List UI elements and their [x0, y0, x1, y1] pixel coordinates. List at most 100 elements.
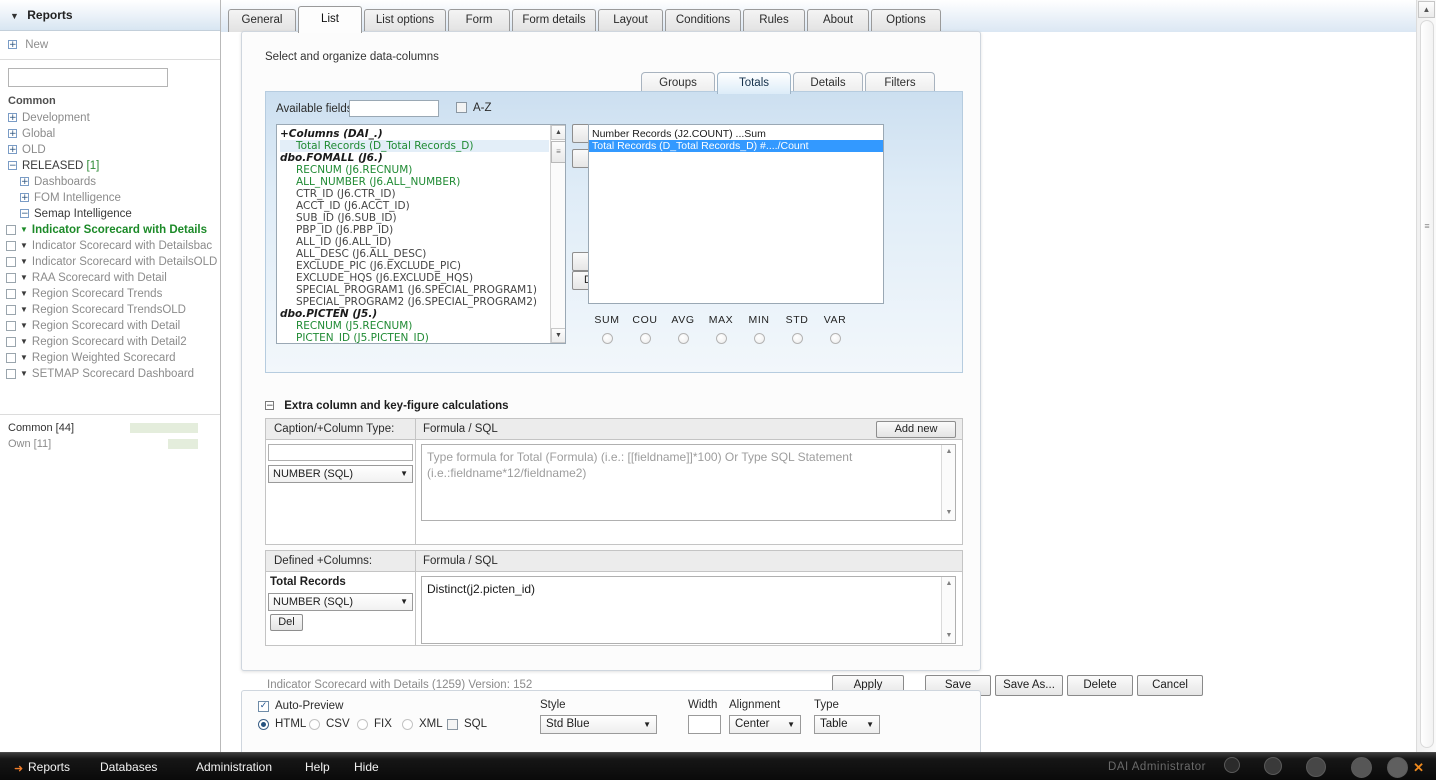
aggregate-option[interactable]: COU [626, 314, 664, 344]
sidebar-tree-node[interactable]: + Development [0, 110, 220, 126]
available-field-row[interactable]: EXCLUDE_HQS (J6.EXCLUDE_HQS) [280, 272, 549, 284]
report-checkbox[interactable] [6, 353, 16, 363]
tab-rules[interactable]: Rules [743, 9, 805, 32]
chevron-down-icon[interactable]: ▼ [20, 270, 28, 286]
defined-delete-button[interactable]: Del [270, 614, 303, 631]
available-field-row[interactable]: PBP_ID (J6.PBP_ID) [280, 224, 549, 236]
chevron-down-icon[interactable]: ▼ [20, 286, 28, 302]
aggregate-option[interactable]: MAX [702, 314, 740, 344]
chevron-down-icon[interactable]: ▼ [20, 318, 28, 334]
sidebar-report-item[interactable]: ▼ Region Scorecard with Detail [0, 318, 220, 334]
available-field-row[interactable]: SUB_ID (J6.SUB_ID) [280, 212, 549, 224]
tab-general[interactable]: General [228, 9, 296, 32]
status-dot-3[interactable] [1306, 757, 1326, 777]
available-fields-list[interactable]: +Columns (DAI_.) Total Records (D_Total R… [276, 124, 566, 344]
available-field-row[interactable]: EXCLUDE_PIC (J6.EXCLUDE_PIC) [280, 260, 549, 272]
scroll-up-icon[interactable]: ▲ [942, 577, 955, 591]
tab-options[interactable]: Options [871, 9, 941, 32]
sidebar-tree-node[interactable]: + OLD [0, 142, 220, 158]
selected-columns-list[interactable]: Number Records (J2.COUNT) ...Sum Total Re… [588, 124, 884, 304]
delete-button[interactable]: Delete [1067, 675, 1133, 696]
chevron-down-icon[interactable]: ▼ [20, 238, 28, 254]
extra-caption-input[interactable] [268, 444, 413, 461]
tab-form[interactable]: Form [448, 9, 510, 32]
scroll-down-icon[interactable]: ▼ [551, 328, 565, 343]
cancel-button[interactable]: Cancel [1137, 675, 1203, 696]
aggregate-radio[interactable] [829, 333, 841, 344]
sidebar-tree-node[interactable]: + FOM Intelligence [0, 190, 220, 206]
format-radio-html[interactable] [258, 719, 269, 730]
aggregate-radio[interactable] [715, 333, 727, 344]
format-radio-xml[interactable] [402, 719, 413, 730]
saveas-button[interactable]: Save As... [995, 675, 1063, 696]
taskbar-item-help[interactable]: Help [305, 760, 330, 774]
aggregate-option[interactable]: MIN [740, 314, 778, 344]
scroll-down-icon[interactable]: ▼ [942, 506, 955, 520]
chevron-down-icon[interactable]: ▼ [20, 334, 28, 350]
selected-column-row[interactable]: Number Records (J2.COUNT) ...Sum [589, 128, 883, 140]
scroll-down-icon[interactable]: ▼ [942, 629, 955, 643]
format-radio-fix[interactable] [357, 719, 368, 730]
extra-formula-scrollbar[interactable]: ▲ ▼ [941, 445, 955, 520]
tab-form-details[interactable]: Form details [512, 9, 596, 32]
available-field-row[interactable]: ACCT_ID (J6.ACCT_ID) [280, 200, 549, 212]
sidebar-report-item[interactable]: ▼ RAA Scorecard with Detail [0, 270, 220, 286]
available-field-row[interactable]: +Columns (DAI_.) [280, 128, 549, 140]
available-field-row[interactable]: SPECIAL_PROGRAM1 (J6.SPECIAL_PROGRAM1) [280, 284, 549, 296]
aggregate-option[interactable]: STD [778, 314, 816, 344]
available-field-row[interactable]: PICTEN_ID (J5.PICTEN_ID) [280, 332, 549, 343]
close-icon[interactable]: ✕ [1413, 760, 1424, 776]
tab-list[interactable]: List [298, 6, 362, 33]
available-fields-input[interactable] [349, 100, 439, 117]
sidebar-report-item[interactable]: ▼ Region Scorecard Trends [0, 286, 220, 302]
report-checkbox[interactable] [6, 225, 16, 235]
chevron-down-icon[interactable]: ▼ [20, 350, 28, 366]
report-checkbox[interactable] [6, 273, 16, 283]
defined-formula-scrollbar[interactable]: ▲ ▼ [941, 577, 955, 643]
aggregate-radio[interactable] [601, 333, 613, 344]
aggregate-radio[interactable] [791, 333, 803, 344]
format-radio-csv[interactable] [309, 719, 320, 730]
available-field-row[interactable]: dbo.FOMALL (J6.) [280, 152, 549, 164]
plus-icon[interactable]: + [20, 193, 29, 203]
report-checkbox[interactable] [6, 305, 16, 315]
page-scrollbar[interactable]: ▲ ≡ [1416, 0, 1436, 752]
scroll-up-icon[interactable]: ▲ [1418, 1, 1435, 18]
sidebar-report-item[interactable]: ▼ Region Weighted Scorecard [0, 350, 220, 366]
subtab-totals[interactable]: Totals [717, 72, 791, 94]
sidebar-report-item[interactable]: ▼ SETMAP Scorecard Dashboard [0, 366, 220, 382]
plus-icon[interactable]: + [8, 113, 17, 123]
taskbar-item-hide[interactable]: Hide [354, 760, 379, 774]
taskbar-item-reports[interactable]: Reports [28, 760, 70, 774]
scroll-up-icon[interactable]: ▲ [942, 445, 955, 459]
report-checkbox[interactable] [6, 257, 16, 267]
width-input[interactable] [688, 715, 721, 734]
minus-icon[interactable]: − [8, 161, 17, 171]
tab-conditions[interactable]: Conditions [665, 9, 741, 32]
defined-column-type-select[interactable]: NUMBER (SQL) ▼ [268, 593, 413, 611]
report-checkbox[interactable] [6, 289, 16, 299]
plus-icon[interactable]: + [20, 177, 29, 187]
auto-preview-checkbox[interactable]: ✓ [258, 701, 269, 712]
available-field-row[interactable]: SPECIAL_PROGRAM2 (J6.SPECIAL_PROGRAM2) [280, 296, 549, 308]
status-dot-5[interactable] [1387, 757, 1408, 778]
available-field-row[interactable]: RECNUM (J6.RECNUM) [280, 164, 549, 176]
minus-icon[interactable]: − [20, 209, 29, 219]
scroll-up-icon[interactable]: ▲ [551, 125, 565, 140]
available-field-row[interactable]: RECNUM (J5.RECNUM) [280, 320, 549, 332]
report-checkbox[interactable] [6, 321, 16, 331]
chevron-down-icon[interactable]: ▼ [20, 366, 28, 382]
add-new-button[interactable]: Add new [876, 421, 956, 438]
page-scrollbar-track[interactable]: ≡ [1420, 20, 1434, 748]
available-field-row[interactable]: ALL_NUMBER (J6.ALL_NUMBER) [280, 176, 549, 188]
available-fields-scrollbar[interactable]: ▲ ≡ ▼ [550, 125, 565, 343]
extra-columns-section-header[interactable]: − Extra column and key-figure calculatio… [265, 400, 509, 412]
chevron-down-icon[interactable]: ▼ [20, 222, 28, 238]
sidebar-header[interactable]: ▼ Reports [0, 0, 220, 31]
extra-formula-field[interactable]: Type formula for Total (Formula) (i.e.: … [421, 444, 956, 521]
sidebar-report-item[interactable]: ▼ Indicator Scorecard with Detailsbac [0, 238, 220, 254]
status-dot-1[interactable] [1224, 757, 1240, 773]
available-field-row[interactable]: CTR_ID (J6.CTR_ID) [280, 188, 549, 200]
selected-column-row[interactable]: Total Records (D_Total Records_D) #..../… [589, 140, 883, 152]
plus-icon[interactable]: + [8, 129, 17, 139]
